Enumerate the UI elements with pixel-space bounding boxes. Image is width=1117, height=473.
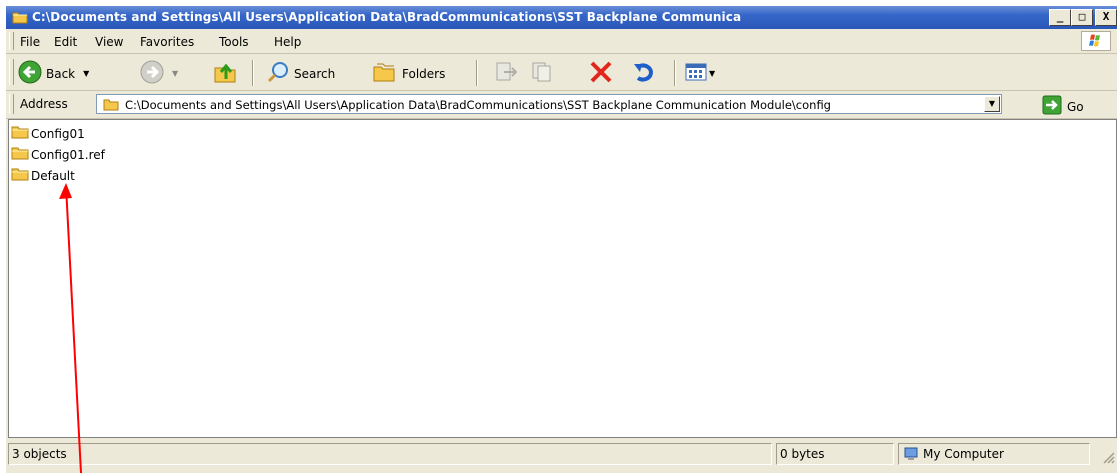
status-size: 0 bytes [776,443,894,465]
resize-grip-icon[interactable] [1101,450,1115,464]
search-icon [266,60,290,87]
views-icon [684,60,708,87]
forward-button[interactable]: ▼ [140,60,178,87]
folders-label: Folders [402,66,446,81]
up-folder-button[interactable] [212,59,238,88]
move-to-icon [494,60,520,87]
folder-icon [103,97,119,114]
search-button[interactable]: Search [266,60,335,87]
menu-favorites[interactable]: Favorites [140,35,194,49]
menu-tools[interactable]: Tools [219,35,249,49]
menu-edit[interactable]: Edit [54,35,77,49]
my-computer-icon [903,446,919,468]
windows-logo-icon [1081,31,1111,51]
chevron-down-icon[interactable]: ▼ [709,69,715,78]
folder-icon [12,10,28,27]
go-button[interactable]: Go [1042,95,1084,118]
file-name: Config01.ref [31,147,105,162]
toolbar-separator [476,60,478,86]
menu-grip[interactable] [9,32,14,50]
chevron-down-icon[interactable]: ▼ [172,69,178,78]
go-arrow-icon [1042,95,1062,118]
explorer-window: C:\Documents and Settings\All Users\Appl… [6,6,1117,473]
views-button[interactable]: ▼ [684,60,715,87]
chevron-down-icon[interactable]: ▼ [83,69,89,78]
standard-toolbar: Back ▼ ▼ Search Folders ▼ [6,54,1117,91]
undo-icon [632,60,658,87]
title-bar[interactable]: C:\Documents and Settings\All Users\Appl… [6,6,1117,29]
address-dropdown-button[interactable]: ▼ [984,96,1000,112]
list-item[interactable]: Config01 [11,125,85,142]
status-bar: 3 objects 0 bytes My Computer [6,440,1117,473]
close-button[interactable]: X [1095,9,1117,26]
undo-button[interactable] [632,60,658,87]
address-bar: Address C:\Documents and Settings\All Us… [6,91,1117,119]
search-label: Search [294,66,336,81]
menu-bar: File Edit View Favorites Tools Help [6,29,1117,54]
menu-help[interactable]: Help [274,35,301,49]
file-name: Config01 [31,126,85,141]
menu-view[interactable]: View [95,35,123,49]
address-grip[interactable] [9,94,14,114]
status-zone: My Computer [898,443,1090,465]
maximize-button[interactable]: □ [1071,9,1093,26]
back-arrow-icon [18,60,42,87]
back-label: Back [46,66,76,81]
address-input[interactable]: C:\Documents and Settings\All Users\Appl… [96,94,1002,114]
zone-label: My Computer [923,447,1004,461]
folder-icon [11,146,29,163]
address-value: C:\Documents and Settings\All Users\Appl… [125,98,831,112]
folders-icon [372,60,398,87]
minimize-button[interactable]: _ [1049,9,1071,26]
folders-button[interactable]: Folders [372,60,445,87]
list-item[interactable]: Default [11,167,75,184]
list-item[interactable]: Config01.ref [11,146,105,163]
address-label: Address [20,97,68,111]
status-objects: 3 objects [8,443,772,465]
file-list[interactable]: Config01 Config01.ref Default [8,119,1117,438]
copy-to-button[interactable] [530,60,556,87]
delete-icon [588,60,614,87]
folder-icon [11,167,29,184]
back-button[interactable]: Back ▼ [18,60,89,87]
toolbar-separator [674,60,676,86]
delete-button[interactable] [588,60,614,87]
move-to-button[interactable] [494,60,520,87]
toolbar-separator [252,60,254,86]
menu-file[interactable]: File [20,35,40,49]
toolbar-grip[interactable] [9,59,14,85]
file-name: Default [31,168,75,183]
window-title: C:\Documents and Settings\All Users\Appl… [32,10,742,24]
copy-to-icon [530,60,556,87]
forward-arrow-icon [140,60,164,87]
up-folder-icon [212,59,238,88]
folder-icon [11,125,29,142]
go-label: Go [1067,99,1084,114]
